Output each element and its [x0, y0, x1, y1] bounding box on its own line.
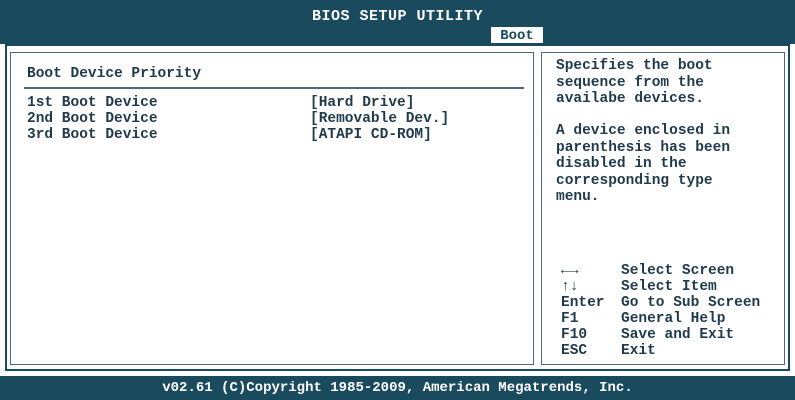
- key-f1: F1: [561, 311, 579, 327]
- boot-device-3-label[interactable]: 3rd Boot Device: [27, 127, 158, 143]
- key-desc-exit: Exit: [621, 343, 656, 359]
- key-desc-select-screen: Select Screen: [621, 263, 735, 279]
- key-desc-save-exit: Save and Exit: [621, 327, 735, 343]
- key-esc: ESC: [561, 343, 588, 359]
- key-desc-sub-screen: Go to Sub Screen: [621, 295, 761, 311]
- boot-device-3-value[interactable]: [ATAPI CD-ROM]: [310, 127, 432, 143]
- help-text-2: A device enclosed in parenthesis has bee…: [556, 123, 731, 205]
- tab-boot[interactable]: Boot: [490, 26, 544, 44]
- left-right-arrows-icon: ←→: [561, 263, 579, 279]
- key-enter: Enter: [561, 295, 605, 311]
- section-title: Boot Device Priority: [27, 66, 202, 82]
- app-title: BIOS SETUP UTILITY: [311, 8, 484, 25]
- section-divider: [24, 87, 524, 89]
- boot-device-2-label[interactable]: 2nd Boot Device: [27, 111, 158, 127]
- key-desc-select-item: Select Item: [621, 279, 717, 295]
- boot-device-1-label[interactable]: 1st Boot Device: [27, 95, 158, 111]
- boot-device-1-value[interactable]: [Hard Drive]: [310, 95, 414, 111]
- boot-device-2-value[interactable]: [Removable Dev.]: [310, 111, 449, 127]
- key-f10: F10: [561, 327, 588, 343]
- help-text-1: Specifies the boot sequence from the ava…: [556, 58, 713, 107]
- up-down-arrows-icon: ↑↓: [561, 279, 579, 295]
- copyright-footer: v02.61 (C)Copyright 1985-2009, American …: [0, 376, 795, 400]
- key-desc-general-help: General Help: [621, 311, 726, 327]
